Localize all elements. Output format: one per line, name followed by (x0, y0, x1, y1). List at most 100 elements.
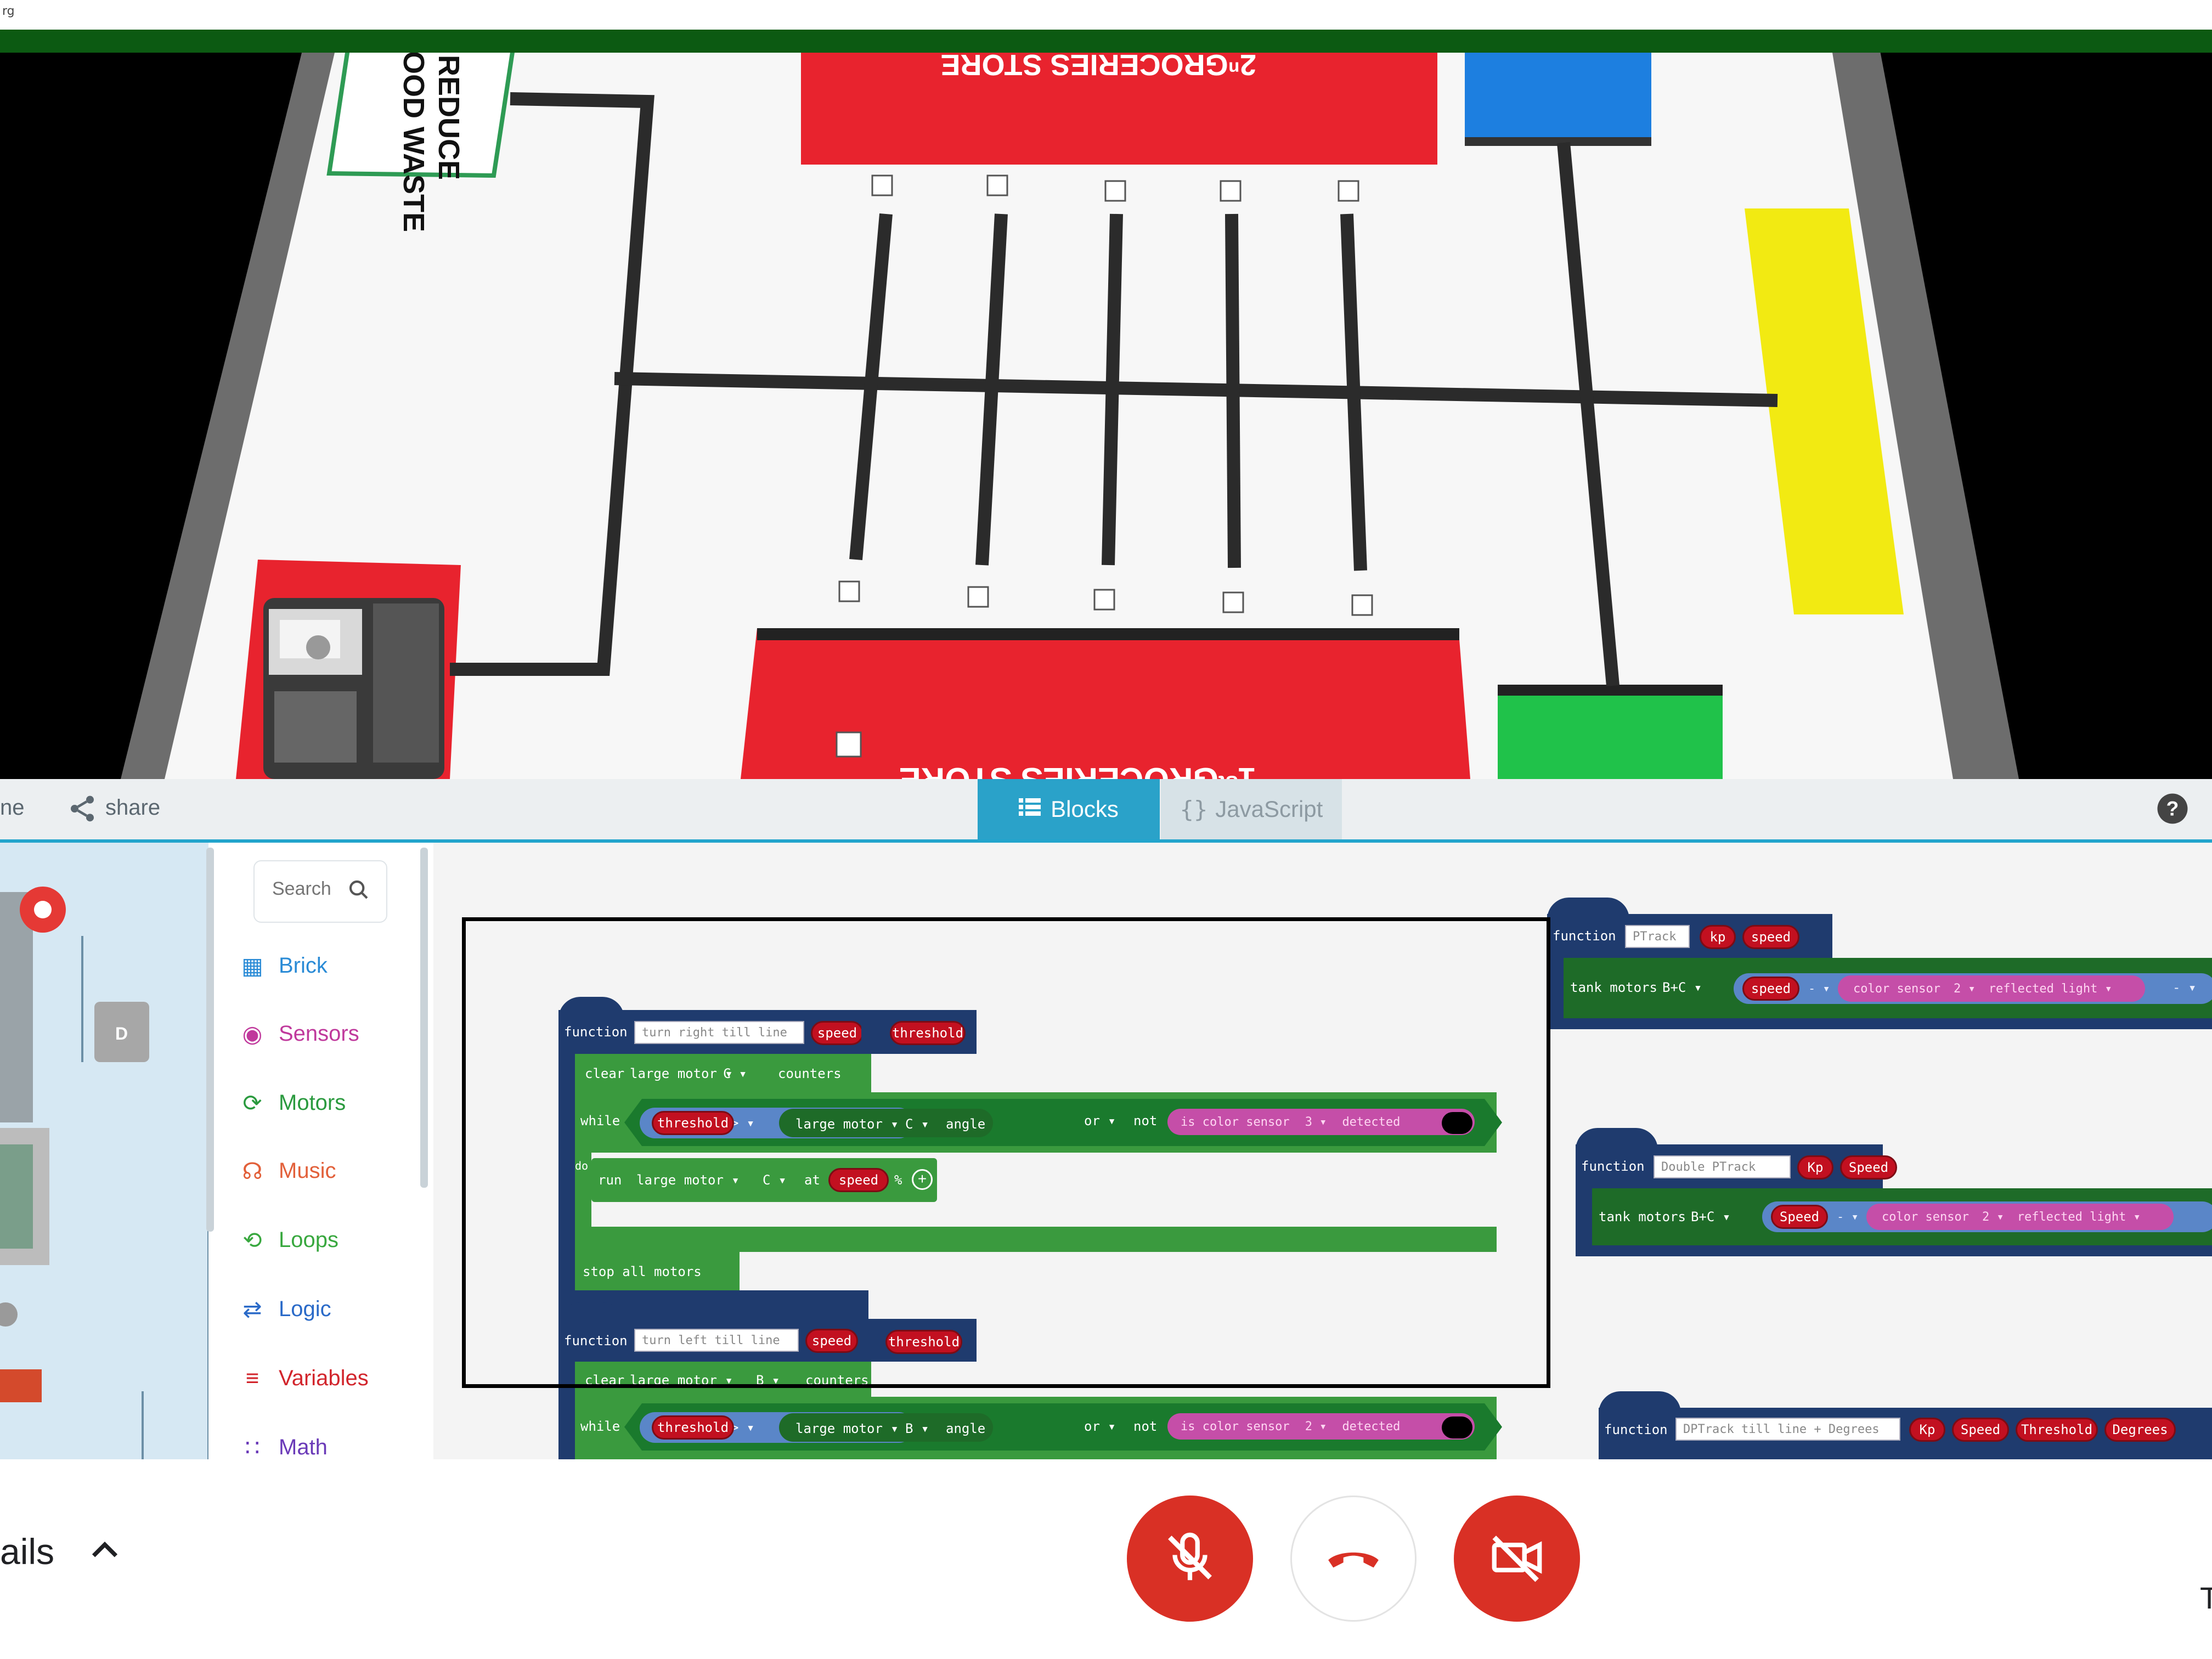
motor-icon: ⟳ (242, 1090, 262, 1116)
fn3-param-speed[interactable]: speed (1742, 925, 1799, 949)
fn2-w-angle: angle (946, 1421, 986, 1436)
fn2-color-swatch[interactable] (1442, 1417, 1472, 1438)
highlight-rectangle (462, 917, 1550, 1388)
corner-label: rg (2, 4, 15, 18)
category-label: Brick (279, 953, 328, 978)
category-loops[interactable]: ⟲ Loops (240, 1212, 338, 1267)
green-zone (1498, 686, 1723, 779)
category-logic[interactable]: ⇄ Logic (240, 1282, 331, 1336)
fn3-header[interactable]: function PTrack kp speed (1547, 914, 1832, 958)
search-icon[interactable] (348, 879, 370, 904)
fn4-tank: tank motors (1599, 1209, 1686, 1224)
loop-icon: ⟲ (242, 1227, 262, 1253)
fn2-angle-reporter[interactable]: large motor ▾ B ▾ angle (779, 1413, 993, 1442)
share-button[interactable]: share (105, 795, 160, 820)
toolbox-scrollbar[interactable] (420, 848, 428, 1188)
category-music[interactable]: ☊ Music (240, 1143, 336, 1198)
category-label: Variables (279, 1365, 369, 1390)
category-label: Loops (279, 1227, 338, 1252)
camera-off-icon (1487, 1527, 1547, 1590)
variables-icon: ≡ (245, 1365, 259, 1391)
fn4-name-field[interactable]: Double PTrack (1654, 1155, 1791, 1178)
fn4-minus[interactable]: - ▾ (1837, 1210, 1859, 1224)
fn3-param-kp[interactable]: kp (1700, 925, 1736, 949)
mute-button[interactable] (1127, 1496, 1253, 1622)
sensor-icon: ◉ (242, 1020, 263, 1047)
category-label: Logic (279, 1296, 331, 1321)
fn3-sensor[interactable]: color sensor 2 ▾ reflected light ▾ (1838, 975, 2145, 1002)
fn2-w-threshold[interactable]: threshold (652, 1415, 734, 1440)
sign-line1: REDUCE (432, 55, 465, 180)
svg-text:?: ? (2166, 797, 2179, 820)
fn5-header[interactable]: function DPTrack till line + Degrees Kp … (1599, 1408, 2212, 1459)
store-bottom-label: 1ˢᵗGROCERIES STORE (899, 761, 1256, 779)
fn5-name-field[interactable]: DPTrack till line + Degrees (1675, 1418, 1900, 1441)
category-label: Sensors (279, 1021, 359, 1046)
device-simulator-panel: D (0, 843, 208, 1459)
tab-blocks[interactable]: Blocks (978, 779, 1160, 839)
fn2-while: while (580, 1419, 620, 1434)
hang-up-button[interactable] (1290, 1496, 1417, 1622)
ev3-robot (263, 598, 444, 779)
fn5-keyword: function (1604, 1422, 1668, 1437)
store-top-label: 2ⁿGROCERIES STORE (940, 48, 1256, 81)
fn4-mode[interactable]: reflected light ▾ (2017, 1210, 2141, 1224)
fn4-keyword: function (1581, 1159, 1645, 1174)
tab-javascript[interactable]: {} JavaScript (1161, 779, 1342, 839)
device-panel-scrollbar[interactable] (206, 848, 214, 1232)
fn3-minus2[interactable]: - ▾ (2172, 980, 2196, 995)
category-label: Math (279, 1435, 328, 1459)
fn5-param-kp[interactable]: Kp (1909, 1418, 1945, 1442)
search-input[interactable] (271, 878, 350, 900)
camera-toggle-button[interactable] (1454, 1496, 1580, 1622)
fn5-param-threshold[interactable]: Threshold (2016, 1418, 2098, 1442)
hang-up-icon (1323, 1527, 1384, 1590)
fn4-param-speed[interactable]: Speed (1840, 1155, 1897, 1180)
fn3-tank-port[interactable]: B+C ▾ (1662, 980, 1702, 995)
fn3-tank-block[interactable]: tank motors B+C ▾ - ▾ speed color sensor… (1564, 958, 2212, 1018)
simulator-view: REDUCE FOOD WASTE 2ⁿGROCERIES STORE 1ˢᵗG… (0, 0, 2212, 779)
home-label[interactable]: ne (0, 795, 25, 820)
fn3-mode[interactable]: reflected light ▾ (1989, 982, 2112, 996)
braces-icon: {} (1180, 795, 1208, 823)
fn3-tank: tank motors (1570, 980, 1657, 995)
fn2-w-motor[interactable]: large motor ▾ (795, 1421, 899, 1436)
chevron-up-icon[interactable] (86, 1532, 124, 1573)
category-variables[interactable]: ≡ Variables (240, 1351, 369, 1406)
fn2-op[interactable]: > ▾ (731, 1420, 754, 1435)
blue-zone (1465, 49, 1651, 143)
fn2-w-port[interactable]: B ▾ (905, 1421, 929, 1436)
fn4-speed[interactable]: Speed (1771, 1205, 1828, 1229)
help-icon[interactable]: ? (2156, 792, 2189, 828)
fn2-while-block[interactable]: while > ▾ threshold large motor ▾ B ▾ an… (575, 1397, 1502, 1459)
fn3-minus[interactable]: - ▾ (1808, 982, 1830, 996)
toolbox-search[interactable] (253, 860, 387, 923)
fn2-w-or[interactable]: or ▾ (1084, 1419, 1116, 1434)
fn4-tank-block[interactable]: tank motors B+C ▾ - ▾ Speed color sensor… (1592, 1188, 2212, 1245)
fn4-param-kp[interactable]: Kp (1797, 1155, 1833, 1180)
fn4-tank-port[interactable]: B+C ▾ (1691, 1209, 1730, 1224)
sim-header-bar (0, 30, 2212, 53)
fn2-w-sensor: is color sensor (1181, 1419, 1290, 1434)
fn3-speed[interactable]: speed (1742, 977, 1799, 1001)
fn2-w-detected: detected (1342, 1419, 1401, 1434)
fn3-sensor-label: color sensor (1853, 981, 1940, 996)
fn3-name-field[interactable]: PTrack (1625, 925, 1690, 948)
fn2-sensor-detect[interactable]: is color sensor 2 ▾ detected (1167, 1413, 1475, 1440)
fn3-sport[interactable]: 2 ▾ (1954, 982, 1976, 996)
category-motors[interactable]: ⟳ Motors (240, 1075, 346, 1130)
category-sensors[interactable]: ◉ Sensors (240, 1006, 359, 1061)
fn5-param-degrees[interactable]: Degrees (2104, 1418, 2176, 1442)
fn3-keyword: function (1553, 928, 1616, 944)
fn4-sport[interactable]: 2 ▾ (1982, 1210, 2004, 1224)
fn4-header[interactable]: function Double PTrack Kp Speed (1576, 1144, 1897, 1188)
category-label: Music (279, 1158, 336, 1183)
fn4-sensor[interactable]: color sensor 2 ▾ reflected light ▾ (1866, 1204, 2174, 1230)
fn5-param-speed[interactable]: Speed (1952, 1418, 2009, 1442)
fn4-sensor-label: color sensor (1882, 1210, 1969, 1224)
meeting-details-label[interactable]: ails (0, 1531, 54, 1572)
category-brick[interactable]: ▦ Brick (240, 938, 328, 993)
fn2-w-sport[interactable]: 2 ▾ (1305, 1420, 1327, 1434)
share-icon[interactable] (67, 793, 98, 827)
math-icon: ∷ (245, 1434, 260, 1460)
